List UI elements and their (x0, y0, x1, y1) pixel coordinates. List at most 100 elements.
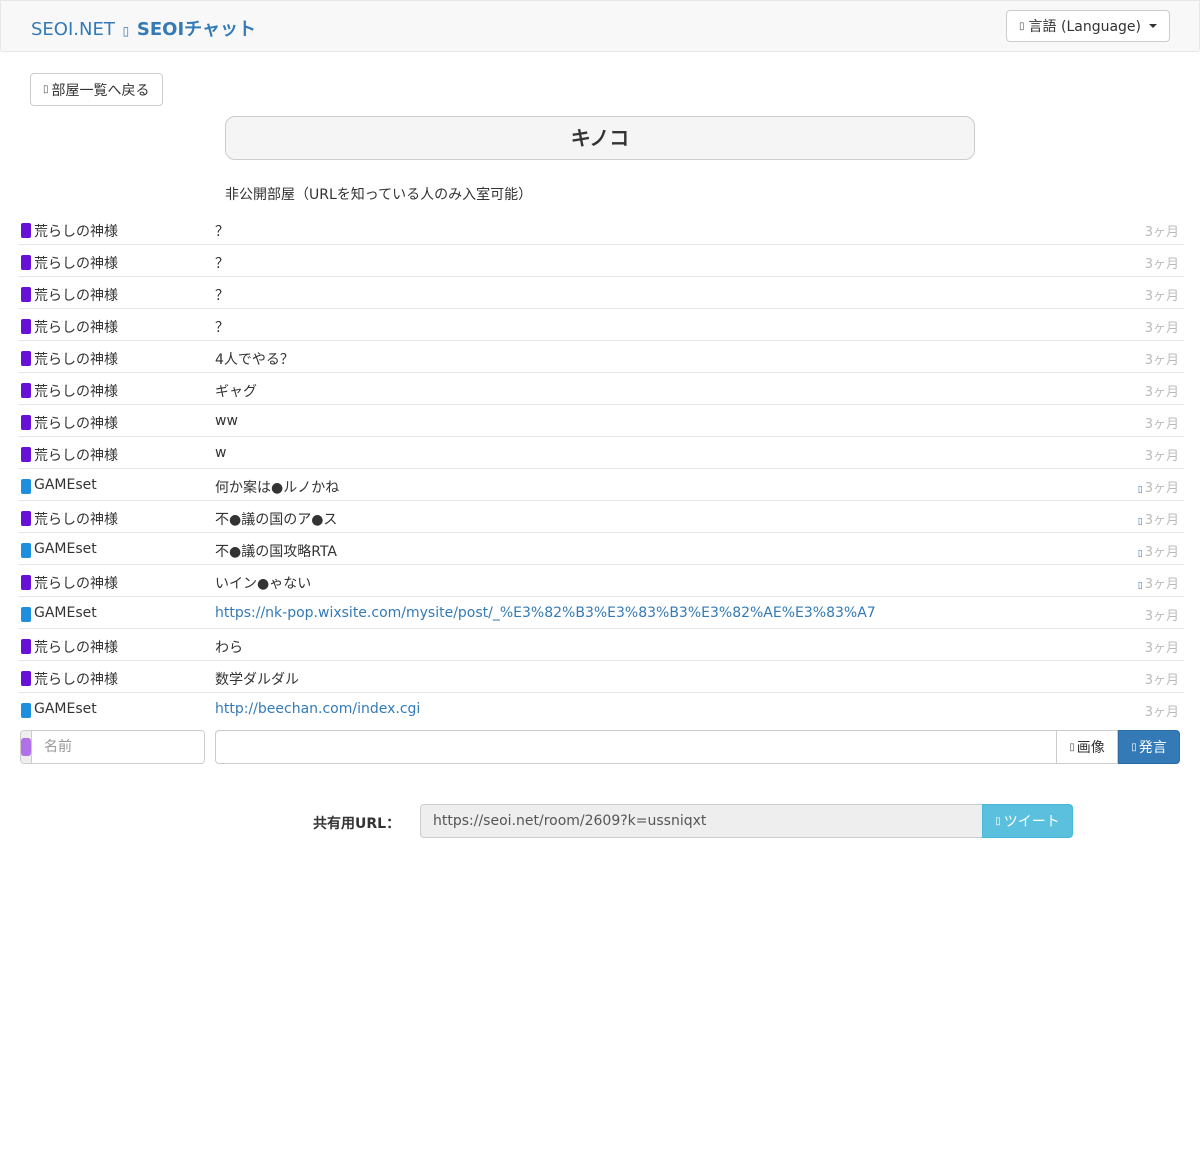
message-username[interactable]: 荒らしの神様 (34, 221, 118, 241)
language-label: 言語 (Language) (1028, 19, 1141, 35)
message-text: ギャグ (215, 384, 257, 400)
name-input[interactable] (32, 731, 204, 763)
brand[interactable]: SEOI.NET ▯ SEOIチャット (31, 15, 256, 41)
message-row: 荒らしの神様 ギャグ 3ヶ月 (18, 374, 1184, 405)
message-username[interactable]: 荒らしの神様 (34, 509, 118, 529)
message-time: 3ヶ月 (1145, 285, 1179, 304)
send-button[interactable]: ▯ 発言 (1118, 730, 1180, 764)
message-row: 荒らしの神様 ？ 3ヶ月 (18, 214, 1184, 245)
site-name[interactable]: SEOI.NET (31, 19, 115, 40)
message-list[interactable]: 荒らしの神様？ 3ヶ月 荒らしの神様？ 3ヶ月 荒らしの神様？ 3ヶ月 荒らしの神様？ 3ヶ月… (18, 214, 1184, 724)
twitter-icon: ▯ (995, 815, 1001, 827)
message-time: ▯ 3ヶ月 (1138, 477, 1179, 496)
message-username[interactable]: 荒らしの神様 (34, 285, 118, 305)
message-row: 荒らしの神様 ？ 3ヶ月 (18, 310, 1184, 341)
user-icon (21, 319, 31, 334)
message-username[interactable]: 荒らしの神様 (34, 573, 118, 593)
language-dropdown-button[interactable]: ▯ 言語 (Language) (1006, 10, 1170, 42)
message-time-text: 3ヶ月 (1144, 321, 1179, 336)
message-time-text: 3ヶ月 (1144, 353, 1179, 368)
message-time-text: 3ヶ月 (1144, 577, 1179, 592)
message-time: 3ヶ月 (1145, 701, 1179, 720)
user-icon (21, 639, 31, 654)
tweet-label: ツイート (1003, 814, 1060, 830)
user-icon (21, 543, 31, 558)
message-time-text: 3ヶ月 (1144, 705, 1179, 720)
message-username[interactable]: 荒らしの神様 (34, 253, 118, 273)
message-text: 数学ダルダル (215, 672, 299, 688)
message-username[interactable]: GAMEset (34, 477, 97, 493)
brand-separator-icon: ▯ (122, 24, 130, 38)
message-username[interactable]: 荒らしの神様 (34, 349, 118, 369)
message-time-text: 3ヶ月 (1144, 385, 1179, 400)
caret-down-icon (1149, 24, 1157, 28)
message-input[interactable] (215, 730, 1057, 764)
message-time-text: 3ヶ月 (1144, 641, 1179, 656)
user-icon (21, 511, 31, 526)
top-navbar: SEOI.NET ▯ SEOIチャット ▯ 言語 (Language) (0, 0, 1200, 52)
message-text: ？ (215, 256, 229, 272)
share-url-label: 共有用URL： (313, 816, 401, 832)
user-icon (21, 447, 31, 462)
message-username[interactable]: 荒らしの神様 (34, 317, 118, 337)
message-username[interactable]: 荒らしの神様 (34, 669, 118, 689)
user-icon (21, 575, 31, 590)
message-time: ▯ 3ヶ月 (1138, 509, 1179, 528)
reply-icon[interactable]: ▯ (1138, 485, 1143, 495)
message-time-text: 3ヶ月 (1144, 449, 1179, 464)
message-username[interactable]: 荒らしの神様 (34, 445, 118, 465)
message-link[interactable]: https://nk-pop.wixsite.com/mysite/post/_… (215, 605, 876, 621)
message-row: GAMEset https://nk-pop.wixsite.com/mysite… (18, 598, 1184, 629)
user-icon (21, 223, 31, 238)
message-username[interactable]: 荒らしの神様 (34, 637, 118, 657)
back-label: 部屋一覧へ戻る (51, 82, 150, 99)
user-icon (21, 383, 31, 398)
app-name[interactable]: SEOIチャット (137, 19, 256, 40)
message-username[interactable]: 荒らしの神様 (34, 381, 118, 401)
message-username[interactable]: GAMEset (34, 541, 97, 557)
message-row: 荒らしの神様 ？ 3ヶ月 (18, 246, 1184, 277)
user-icon (21, 255, 31, 270)
send-label: 発言 (1138, 740, 1167, 756)
message-time: ▯ 3ヶ月 (1138, 573, 1179, 592)
message-time: 3ヶ月 (1145, 317, 1179, 336)
color-picker[interactable] (21, 731, 32, 763)
user-icon (21, 607, 31, 622)
message-username[interactable]: GAMEset (34, 701, 97, 717)
reply-icon[interactable]: ▯ (1138, 549, 1143, 559)
message-link[interactable]: http://beechan.com/index.cgi (215, 701, 420, 717)
image-label: 画像 (1076, 740, 1105, 756)
message-time: 3ヶ月 (1145, 349, 1179, 368)
message-row: 荒らしの神様 数学ダルダル 3ヶ月 (18, 662, 1184, 693)
arrow-left-icon: ▯ (43, 84, 49, 95)
color-swatch-icon (21, 738, 31, 756)
user-icon (21, 703, 31, 718)
message-time-text: 3ヶ月 (1144, 257, 1179, 272)
back-to-rooms-button[interactable]: ▯ 部屋一覧へ戻る (30, 73, 163, 106)
share-url-field[interactable]: https://seoi.net/room/2609?k=ussniqxt (420, 804, 983, 838)
message-row: 荒らしの神様 いイン●ゃない ▯ 3ヶ月 (18, 566, 1184, 597)
message-time: 3ヶ月 (1145, 221, 1179, 240)
name-input-group (20, 730, 205, 764)
user-icon (21, 287, 31, 302)
reply-icon[interactable]: ▯ (1138, 517, 1143, 527)
message-time-text: 3ヶ月 (1144, 545, 1179, 560)
image-upload-button[interactable]: ▯ 画像 (1056, 730, 1118, 764)
message-row: 荒らしの神様 わら 3ヶ月 (18, 630, 1184, 661)
message-text: 不●議の国のア●ス (215, 512, 338, 528)
message-text: ？ (215, 224, 229, 240)
message-text: ww (215, 413, 238, 429)
message-row: GAMEset http://beechan.com/index.cgi 3ヶ月 (18, 694, 1184, 724)
message-time-text: 3ヶ月 (1144, 513, 1179, 528)
message-time: 3ヶ月 (1145, 381, 1179, 400)
reply-icon[interactable]: ▯ (1138, 581, 1143, 591)
message-row: GAMEset 不●議の国攻略RTA ▯ 3ヶ月 (18, 534, 1184, 565)
tweet-button[interactable]: ▯ ツイート (982, 804, 1073, 838)
user-icon (21, 479, 31, 494)
user-icon (21, 671, 31, 686)
message-text: ？ (215, 320, 229, 336)
message-row: 荒らしの神様 ww 3ヶ月 (18, 406, 1184, 437)
message-time: 3ヶ月 (1145, 669, 1179, 688)
message-username[interactable]: GAMEset (34, 605, 97, 621)
message-username[interactable]: 荒らしの神様 (34, 413, 118, 433)
